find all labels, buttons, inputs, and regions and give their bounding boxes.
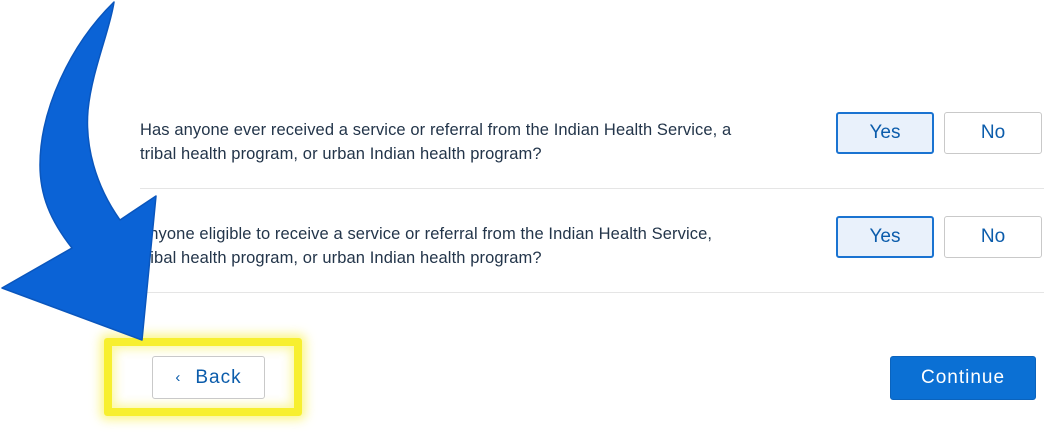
question-text: Has anyone ever received a service or re… [140,118,800,166]
question-row-ihs-eligible: anyone eligible to receive a service or … [140,189,1044,293]
chevron-left-icon: ‹ [175,368,182,386]
page: Has anyone ever received a service or re… [0,0,1046,432]
yes-button[interactable]: Yes [836,112,934,154]
yes-button[interactable]: Yes [836,216,934,258]
no-button[interactable]: No [944,216,1042,258]
question-row-ihs-received: Has anyone ever received a service or re… [140,85,1044,189]
no-button[interactable]: No [944,112,1042,154]
question-text: anyone eligible to receive a service or … [140,222,800,270]
continue-button[interactable]: Continue [890,356,1036,400]
question-line-1: anyone eligible to receive a service or … [140,225,713,243]
question-line-2: tribal health program, or urban Indian h… [140,145,542,163]
back-button[interactable]: ‹ Back [152,356,265,399]
question-line-1: Has anyone ever received a service or re… [140,121,732,139]
back-button-label: Back [195,366,242,388]
question-line-2: tribal health program, or urban Indian h… [140,249,542,267]
